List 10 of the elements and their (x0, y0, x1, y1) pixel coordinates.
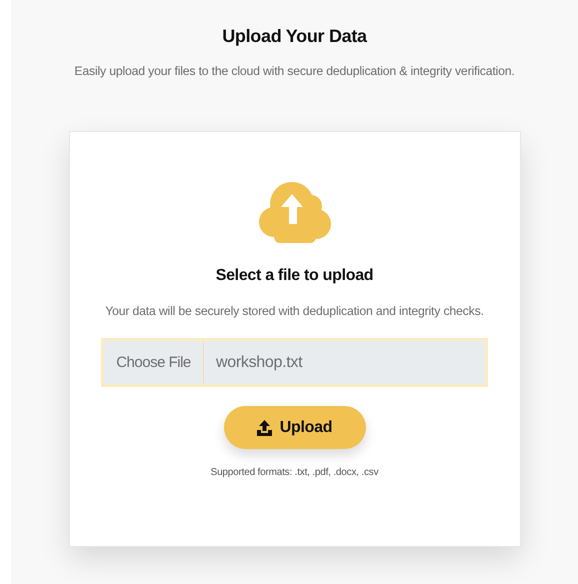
upload-icon (256, 420, 272, 436)
page-title: Upload Your Data (222, 26, 367, 47)
page-subtitle: Easily upload your files to the cloud with secure deduplication & integrity verification. (74, 64, 515, 78)
cloud-upload-icon (258, 180, 330, 243)
file-name: workshop.txt (215, 352, 302, 372)
upload-button[interactable]: Upload (224, 406, 366, 449)
supported-formats-note: Supported formats: .txt, .pdf, .docx, .csv (210, 467, 378, 478)
card-description: Your data will be securely stored with deduplication and integrity checks. (105, 304, 484, 318)
file-input-field[interactable]: Choose File workshop.txt (101, 338, 488, 387)
card-heading: Select a file to upload (216, 267, 374, 285)
